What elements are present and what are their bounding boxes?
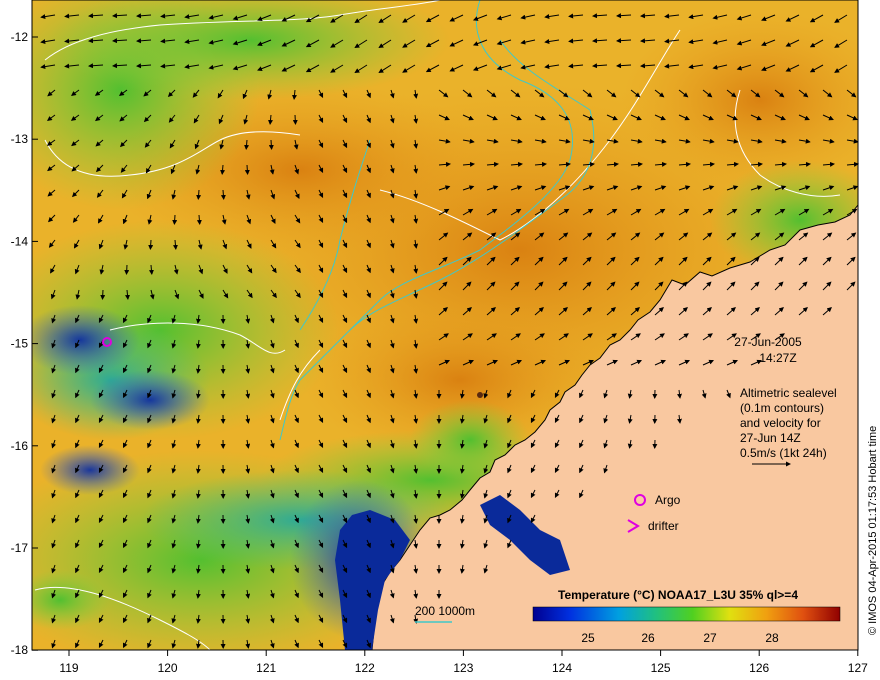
colorbar-tick-label: 27: [703, 631, 717, 645]
argo-label: Argo: [655, 493, 681, 507]
sst-map: 119 120 121 122 123 124 125 126 127 -12 -13 -14 -15…: [11, 0, 879, 675]
lat-tick-label: -15: [11, 337, 29, 351]
altimetry-line-3: and velocity for: [740, 416, 821, 430]
lat-tick-label: -13: [11, 132, 29, 146]
velocity-arrow: [292, 114, 298, 125]
lon-tick-label: 119: [59, 661, 78, 675]
lon-tick-label: 125: [651, 661, 671, 675]
velocity-arrow: [220, 189, 226, 200]
lat-tick-label: -17: [11, 541, 29, 555]
drifter-label: drifter: [648, 519, 679, 533]
velocity-arrow: [124, 264, 130, 275]
time-label: 14:27Z: [759, 351, 796, 365]
velocity-arrow: [196, 189, 202, 200]
velocity-arrow: [196, 214, 202, 225]
lon-tick-label: 123: [453, 661, 473, 675]
lon-tick-label: 122: [355, 661, 375, 675]
altimetry-line-1: Altimetric sealevel: [740, 386, 837, 400]
altimetry-line-2: (0.1m contours): [740, 401, 824, 415]
bathymetry-legend-label: 200 1000m: [415, 604, 475, 618]
lon-tick-label: 124: [552, 661, 572, 675]
colorbar-tick-label: 28: [765, 631, 779, 645]
colorbar-title: Temperature (°C) NOAA17_L3U 35% ql>=4: [558, 588, 798, 602]
colorbar-tick-label: 26: [641, 631, 655, 645]
lon-tick-label: 126: [749, 661, 769, 675]
lat-tick-label: -14: [11, 234, 29, 248]
velocity-arrow: [148, 239, 154, 250]
altimetry-line-4: 27-Jun 14Z: [740, 431, 801, 445]
velocity-arrow: [172, 214, 178, 225]
date-label: 27-Jun-2005: [734, 335, 802, 349]
lat-tick-label: -16: [11, 439, 29, 453]
lat-tick-label: -12: [11, 30, 29, 44]
lon-tick-label: 121: [256, 661, 276, 675]
colorbar-tick-label: 25: [581, 631, 595, 645]
velocity-arrow: [268, 139, 274, 150]
lon-tick-label: 127: [848, 661, 868, 675]
credit-text: © IMOS 04-Apr-2015 01:17:53 Hobart time: [867, 426, 879, 635]
altimetry-line-5: 0.5m/s (1kt 24h): [740, 446, 827, 460]
lon-tick-label: 120: [158, 661, 178, 675]
velocity-arrow: [100, 289, 106, 300]
lat-tick-label: -18: [11, 643, 29, 657]
colorbar: [532, 606, 841, 622]
velocity-arrow: [244, 164, 250, 175]
